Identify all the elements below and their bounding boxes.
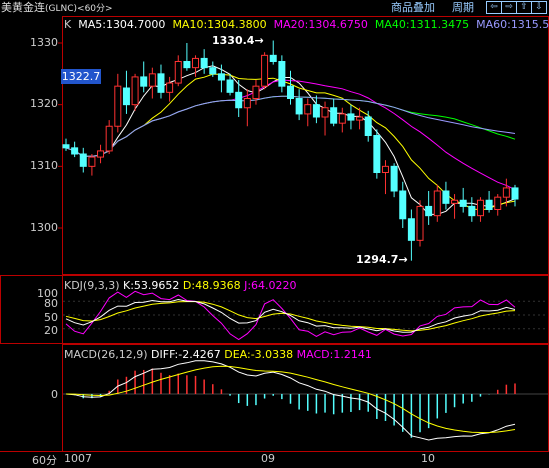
candle-body (157, 73, 165, 93)
candle-body (192, 57, 200, 69)
candle-body (511, 187, 519, 200)
candle-body (200, 57, 208, 69)
current-price-tag: 1322.7 (61, 69, 101, 84)
kdj-k-value: K:53.9652 (123, 279, 180, 292)
kdj-legend: KDJ(9,3,3) K:53.9652 D:48.9368 J:64.0220 (64, 279, 297, 292)
kdj-d-line (65, 300, 516, 332)
candle-body (356, 116, 364, 121)
candle-body (442, 190, 450, 204)
candle-body (347, 113, 355, 121)
macd-legend: MACD(26,12,9) DIFF:-2.4267 DEA:-3.0338 M… (64, 348, 372, 361)
candle-body (183, 61, 191, 69)
candles (62, 40, 519, 261)
main-panel-frame (62, 16, 549, 275)
candle-body (485, 199, 493, 210)
candle-body (226, 79, 234, 93)
kdj-tick-80: 80 (44, 297, 58, 310)
candle-body (364, 116, 372, 136)
candle-body (321, 107, 329, 118)
ma10-value: MA10:1304.3800 (172, 18, 267, 31)
candle-body (287, 85, 294, 99)
candle-body (494, 196, 502, 211)
candle-body (235, 91, 243, 109)
candle-body (243, 98, 251, 109)
time-period-label: 60分 (32, 454, 57, 467)
kdj-j-value: J:64.0220 (244, 279, 297, 292)
candle-body (105, 125, 113, 152)
candle-body (166, 82, 174, 93)
candle-body (252, 85, 260, 99)
k-label: K (64, 18, 72, 31)
kdj-d-value: D:48.9368 (182, 279, 241, 292)
price-tick-1330: 1330 (30, 36, 58, 49)
candle-body (425, 205, 433, 217)
candle-body (122, 87, 130, 106)
candle-body (399, 190, 407, 220)
ma40-value: MA40:1311.3475 (374, 18, 470, 31)
candle-body (451, 199, 459, 204)
candle-body (261, 54, 269, 87)
macd-macd-value: MACD:1.2141 (296, 348, 372, 361)
candle-body (381, 165, 389, 173)
candle-body (131, 76, 139, 106)
candle-body (304, 104, 312, 115)
candle-body (269, 54, 277, 62)
macd-tick-0: 0 (51, 388, 58, 401)
candle-body (312, 104, 320, 118)
candle-body (433, 190, 441, 217)
candle-body (416, 205, 424, 241)
time-label-1007: 1007 (64, 452, 92, 465)
kdj-tick-20: 20 (44, 324, 58, 337)
candle-body (79, 153, 87, 167)
candle-body (407, 218, 415, 241)
candle-body (476, 199, 484, 217)
candle-body (114, 85, 122, 127)
price-tick-1310: 1310 (30, 159, 58, 172)
candle-body (97, 150, 105, 158)
high-marker: 1330.4→ (212, 34, 264, 47)
candle-body (217, 73, 225, 81)
time-label-09: 09 (261, 452, 275, 465)
candle-body (88, 156, 96, 167)
candle-body (62, 144, 70, 149)
kdj-k-line (65, 298, 516, 333)
candle-body (390, 165, 398, 192)
kdj-label: KDJ(9,3,3) (64, 279, 120, 292)
ma20-value: MA20:1304.6750 (273, 18, 368, 31)
candle-body (295, 98, 303, 115)
kdj-lines (63, 290, 548, 341)
candle-body (373, 135, 381, 173)
candle-body (278, 61, 286, 87)
candle-body (148, 73, 156, 87)
candle-body (468, 205, 476, 217)
candle-body (330, 107, 338, 124)
macd-label: MACD(26,12,9) (64, 348, 148, 361)
kdj-tick-50: 50 (44, 311, 58, 324)
ma-legend: K MA5:1304.7000 MA10:1304.3800 MA20:1304… (64, 18, 549, 31)
ma60-line (65, 95, 516, 157)
ma60-value: MA60:1315.54 (476, 18, 549, 31)
ma5-value: MA5:1304.7000 (78, 18, 166, 31)
candle-body (140, 76, 148, 87)
candle-body (502, 187, 510, 198)
low-marker: 1294.7→ (356, 253, 408, 266)
candle-body (209, 67, 217, 75)
candle-body (459, 199, 467, 207)
macd-dea-value: DEA:-3.0338 (224, 348, 294, 361)
macd-diff-value: DIFF:-2.4267 (151, 348, 221, 361)
candle-body (338, 113, 346, 124)
ma40-line (65, 95, 516, 157)
candle-body (71, 147, 79, 155)
price-tick-1300: 1300 (30, 221, 58, 234)
time-label-10: 10 (421, 452, 435, 465)
price-tick-1320: 1320 (30, 97, 58, 110)
macd-lines (63, 360, 548, 441)
candle-body (174, 61, 182, 84)
